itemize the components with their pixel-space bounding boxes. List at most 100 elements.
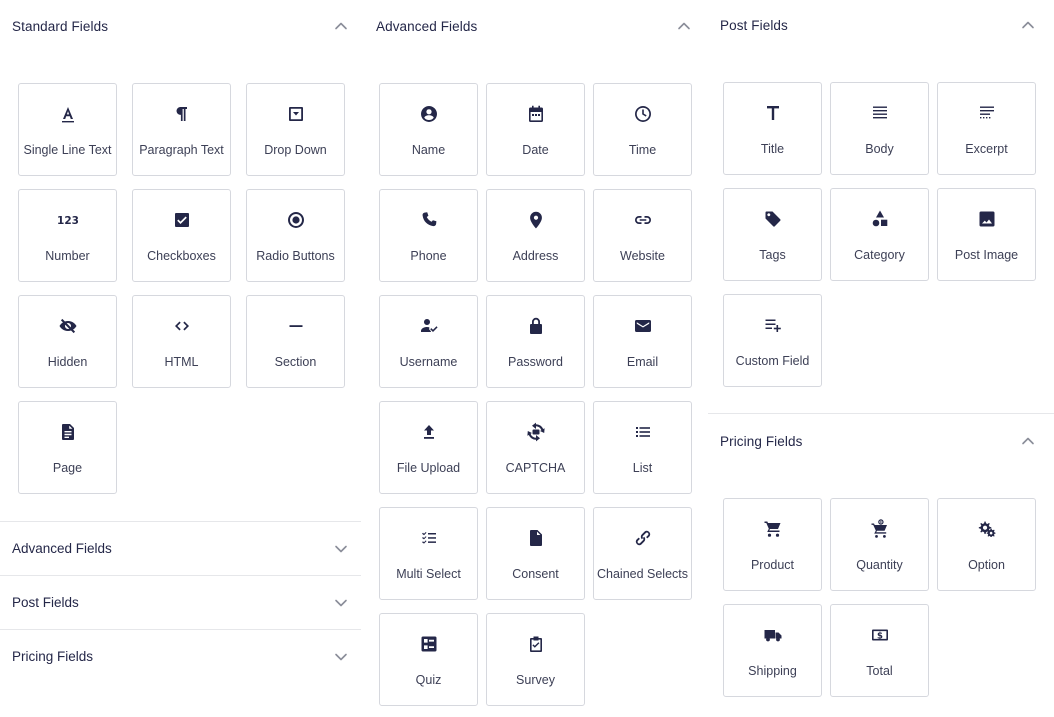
field-tile-survey[interactable]: Survey	[486, 613, 585, 706]
field-tile-label: Number	[45, 249, 90, 263]
eye-off-icon	[19, 314, 116, 338]
field-tile-label: Product	[750, 558, 795, 572]
field-tile-label: Drop Down	[264, 143, 327, 157]
field-tile-option[interactable]: Option	[937, 498, 1036, 591]
pricing-fields-header[interactable]: Pricing Fields	[708, 414, 1054, 468]
field-tile-excerpt[interactable]: Excerpt	[937, 82, 1036, 175]
field-tile-label: Paragraph Text	[139, 143, 224, 157]
advanced-fields-panel: Advanced Fields Name Date Time Phone Address…	[364, 0, 704, 706]
post-fields-collapsed-header[interactable]: Post Fields	[0, 575, 361, 629]
field-tile-consent[interactable]: Consent	[486, 507, 585, 600]
field-tile-label: Shipping	[748, 664, 797, 678]
field-tile-custom-field[interactable]: Custom Field	[723, 294, 822, 387]
chevron-down-icon[interactable]	[333, 649, 349, 665]
chevron-up-icon[interactable]	[333, 18, 349, 34]
chain-icon	[594, 526, 691, 550]
radio-icon	[247, 208, 344, 232]
field-tile-label: Multi Select	[396, 567, 461, 581]
quiz-icon	[380, 632, 477, 656]
field-tile-title[interactable]: Title	[723, 82, 822, 175]
field-tile-date[interactable]: Date	[486, 83, 585, 176]
field-tile-label: Quiz	[415, 673, 442, 687]
image-icon	[938, 207, 1035, 231]
upload-icon	[380, 420, 477, 444]
svg-text:$: $	[877, 631, 883, 641]
field-tile-product[interactable]: Product	[723, 498, 822, 591]
field-tile-label: Single Line Text	[23, 143, 112, 157]
field-tile-radio-buttons[interactable]: Radio Buttons	[246, 189, 345, 282]
field-tile-body[interactable]: Body	[830, 82, 929, 175]
file-icon	[487, 526, 584, 550]
field-tile-website[interactable]: Website	[593, 189, 692, 282]
field-tile-label: Date	[522, 143, 549, 157]
field-tile-list[interactable]: List	[593, 401, 692, 494]
field-tile-post-image[interactable]: Post Image	[937, 188, 1036, 281]
field-tile-time[interactable]: Time	[593, 83, 692, 176]
field-tile-name[interactable]: Name	[379, 83, 478, 176]
field-tile-category[interactable]: Category	[830, 188, 929, 281]
pricing-fields-title: Pricing Fields	[720, 433, 803, 449]
field-tile-label: Excerpt	[965, 142, 1008, 156]
chevron-down-icon[interactable]	[333, 541, 349, 557]
field-tile-quiz[interactable]: Quiz	[379, 613, 478, 706]
align-justify-icon	[831, 101, 928, 125]
user-check-icon	[380, 314, 477, 338]
field-tile-address[interactable]: Address	[486, 189, 585, 282]
field-tile-drop-down[interactable]: Drop Down	[246, 83, 345, 176]
gears-icon	[938, 517, 1035, 541]
field-tile-phone[interactable]: Phone	[379, 189, 478, 282]
field-tile-label: Custom Field	[735, 354, 810, 368]
field-tile-chained-selects[interactable]: Chained Selects	[593, 507, 692, 600]
field-tile-label: Chained Selects	[596, 567, 689, 581]
code-icon	[133, 314, 230, 338]
field-tile-paragraph-text[interactable]: Paragraph Text	[132, 83, 231, 176]
standard-fields-panel: Standard Fields Single Line Text Paragrap…	[0, 0, 361, 494]
field-tile-single-line-text[interactable]: Single Line Text	[18, 83, 117, 176]
field-tile-label: Option	[968, 558, 1005, 572]
field-tile-html[interactable]: HTML	[132, 295, 231, 388]
field-tile-label: Checkboxes	[147, 249, 216, 263]
field-tile-checkboxes[interactable]: Checkboxes	[132, 189, 231, 282]
field-tile-label: Email	[626, 355, 659, 369]
field-tile-tags[interactable]: Tags	[723, 188, 822, 281]
field-tile-label: Address	[512, 249, 559, 263]
field-tile-page[interactable]: Page	[18, 401, 117, 494]
field-tile-file-upload[interactable]: File Upload	[379, 401, 478, 494]
field-tile-quantity[interactable]: Quantity	[830, 498, 929, 591]
field-tile-total[interactable]: $ Total	[830, 604, 929, 697]
chevron-up-icon[interactable]	[1020, 17, 1036, 33]
field-tile-captcha[interactable]: CAPTCHA	[486, 401, 585, 494]
calendar-icon	[487, 102, 584, 126]
field-tile-number[interactable]: 123 Number	[18, 189, 117, 282]
envelope-icon	[594, 314, 691, 338]
advanced-fields-header[interactable]: Advanced Fields	[364, 0, 704, 52]
field-tile-label: Section	[274, 355, 317, 369]
field-tile-label: Total	[866, 664, 893, 678]
chevron-up-icon[interactable]	[1020, 433, 1036, 449]
field-tile-label: HTML	[164, 355, 199, 369]
field-tile-section[interactable]: Section	[246, 295, 345, 388]
text-a-icon	[19, 102, 116, 126]
field-tile-hidden[interactable]: Hidden	[18, 295, 117, 388]
advanced-fields-collapsed-header[interactable]: Advanced Fields	[0, 521, 361, 575]
collapsed-section-title: Pricing Fields	[12, 649, 94, 664]
minus-icon	[247, 314, 344, 338]
advanced-fields-title: Advanced Fields	[376, 18, 478, 34]
field-tile-multi-select[interactable]: Multi Select	[379, 507, 478, 600]
tag-icon	[724, 207, 821, 231]
chevron-down-icon[interactable]	[333, 595, 349, 611]
pricing-fields-collapsed-header[interactable]: Pricing Fields	[0, 629, 361, 683]
post-fields-header[interactable]: Post Fields	[708, 0, 1054, 50]
document-icon	[19, 420, 116, 444]
field-tile-label: CAPTCHA	[505, 461, 566, 475]
chevron-up-icon[interactable]	[676, 18, 692, 34]
field-tile-password[interactable]: Password	[486, 295, 585, 388]
field-tile-label: Quantity	[856, 558, 903, 572]
field-tile-email[interactable]: Email	[593, 295, 692, 388]
pricing-fields-panel: Pricing Fields Product Quantity Option Ship…	[708, 414, 1054, 697]
field-tile-username[interactable]: Username	[379, 295, 478, 388]
field-tile-label: Title	[760, 142, 785, 156]
field-tile-shipping[interactable]: Shipping	[723, 604, 822, 697]
standard-fields-header[interactable]: Standard Fields	[0, 0, 361, 52]
truck-icon	[724, 623, 821, 647]
